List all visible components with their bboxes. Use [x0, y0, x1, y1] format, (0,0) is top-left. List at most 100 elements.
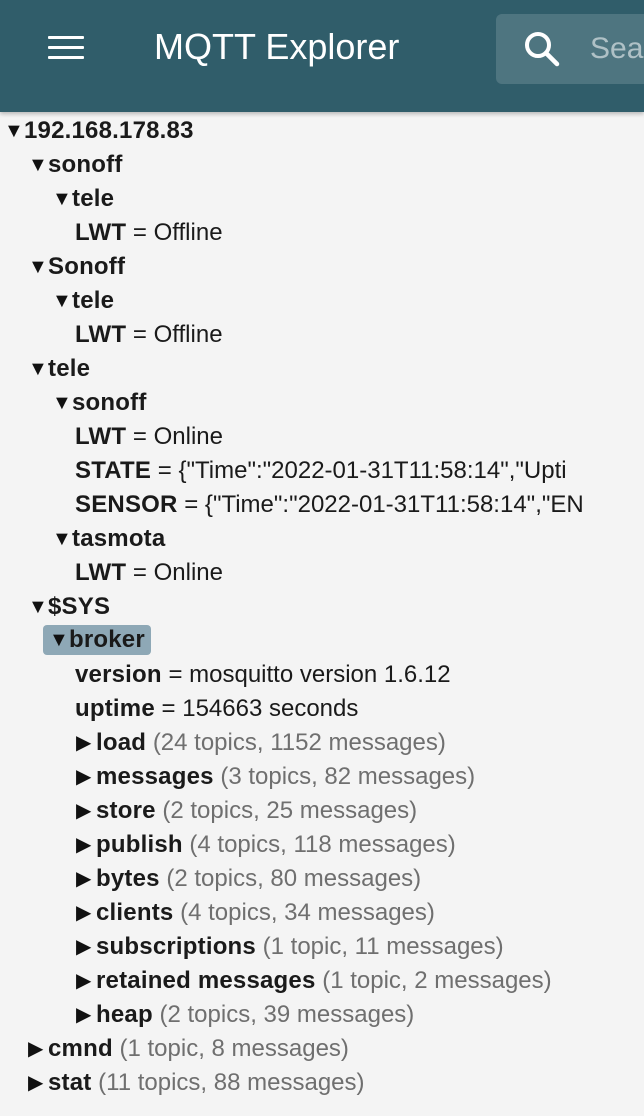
topic-name: tele	[72, 185, 115, 212]
topic-name: LWT	[75, 423, 127, 450]
hamburger-icon-line	[48, 56, 84, 59]
tree-node[interactable]: ▼sonoff	[28, 148, 123, 182]
equals-sign: =	[184, 491, 199, 518]
collapsed-arrow-icon: ▶	[76, 970, 92, 992]
expanded-arrow-icon: ▼	[4, 120, 24, 142]
tree-node[interactable]: ▶ store (2 topics, 25 messages)	[76, 794, 417, 828]
tree-node[interactable]: ▶ retained messages (1 topic, 2 messages)	[76, 964, 552, 998]
collapsed-arrow-icon: ▶	[28, 1072, 44, 1094]
expanded-arrow-icon: ▼	[52, 528, 72, 550]
tree-node[interactable]: ▼tasmota	[52, 522, 165, 556]
topic-value: Offline	[153, 219, 223, 246]
topic-value: Online	[153, 559, 223, 586]
topic-stats: (4 topics, 34 messages)	[180, 899, 435, 926]
topic-name: clients	[96, 899, 174, 926]
topic-stats: (24 topics, 1152 messages)	[152, 729, 446, 756]
tree-node[interactable]: ▶ messages (3 topics, 82 messages)	[76, 760, 475, 794]
topic-name: retained messages	[96, 967, 316, 994]
topic-stats: (1 topic, 8 messages)	[119, 1035, 349, 1062]
topic-stats: (4 topics, 118 messages)	[189, 831, 456, 858]
topic-value: 154663 seconds	[182, 695, 359, 722]
tree-node[interactable]: ▼$SYS	[28, 590, 110, 624]
tree-leaf[interactable]: LWT = Offline	[75, 216, 223, 250]
topic-name: 192.168.178.83	[24, 117, 194, 144]
tree-node[interactable]: ▼tele	[52, 182, 114, 216]
expanded-arrow-icon: ▼	[52, 290, 72, 312]
topic-value: {"Time":"2022-01-31T11:58:14","Upti	[178, 457, 567, 484]
equals-sign: =	[132, 321, 147, 348]
tree-leaf[interactable]: STATE = {"Time":"2022-01-31T11:58:14","U…	[75, 454, 567, 488]
tree-node[interactable]: ▶ heap (2 topics, 39 messages)	[76, 998, 414, 1032]
topic-name: stat	[48, 1069, 92, 1096]
topic-stats: (1 topic, 11 messages)	[262, 933, 504, 960]
menu-button[interactable]	[30, 28, 102, 66]
expanded-arrow-icon: ▼	[52, 392, 72, 414]
topic-name: tele	[72, 287, 115, 314]
tree-node[interactable]: ▶ load (24 topics, 1152 messages)	[76, 726, 446, 760]
search-box[interactable]	[496, 14, 644, 84]
topic-name: sonoff	[72, 389, 147, 416]
collapsed-arrow-icon: ▶	[76, 868, 92, 890]
topic-name: load	[96, 729, 147, 756]
topic-name: SENSOR	[75, 491, 178, 518]
topic-name: STATE	[75, 457, 152, 484]
collapsed-arrow-icon: ▶	[76, 800, 92, 822]
tree-node[interactable]: ▶ cmnd (1 topic, 8 messages)	[28, 1032, 349, 1066]
tree-node[interactable]: ▶ subscriptions (1 topic, 11 messages)	[76, 930, 504, 964]
tree-leaf[interactable]: SENSOR = {"Time":"2022-01-31T11:58:14","…	[75, 488, 584, 522]
collapsed-arrow-icon: ▶	[28, 1038, 44, 1060]
tree-leaf[interactable]: LWT = Online	[75, 420, 223, 454]
collapsed-arrow-icon: ▶	[76, 1004, 92, 1026]
tree-leaf[interactable]: LWT = Offline	[75, 318, 223, 352]
collapsed-arrow-icon: ▶	[76, 766, 92, 788]
expanded-arrow-icon: ▼	[28, 256, 48, 278]
collapsed-arrow-icon: ▶	[76, 936, 92, 958]
tree-node[interactable]: ▶ clients (4 topics, 34 messages)	[76, 896, 435, 930]
topic-stats: (2 topics, 80 messages)	[166, 865, 422, 892]
topic-name: messages	[96, 763, 214, 790]
topic-stats: (2 topics, 25 messages)	[162, 797, 418, 824]
expanded-arrow-icon: ▼	[49, 629, 69, 651]
topic-name: bytes	[96, 865, 160, 892]
topic-name: sonoff	[48, 151, 123, 178]
equals-sign: =	[168, 661, 183, 688]
tree-node[interactable]: ▼Sonoff	[28, 250, 125, 284]
topic-name: store	[96, 797, 156, 824]
tree-leaf[interactable]: uptime = 154663 seconds	[75, 692, 358, 726]
app-title: MQTT Explorer	[154, 26, 400, 67]
topic-name: version	[75, 661, 162, 688]
topic-name: subscriptions	[96, 933, 256, 960]
tree-node[interactable]: ▼sonoff	[52, 386, 147, 420]
topic-value: {"Time":"2022-01-31T11:58:14","EN	[204, 491, 584, 518]
topic-name: Sonoff	[48, 253, 126, 280]
expanded-arrow-icon: ▼	[52, 188, 72, 210]
hamburger-icon-line	[48, 46, 84, 49]
equals-sign: =	[161, 695, 176, 722]
topic-value: Offline	[153, 321, 223, 348]
hamburger-icon-line	[48, 36, 84, 39]
collapsed-arrow-icon: ▶	[76, 902, 92, 924]
expanded-arrow-icon: ▼	[28, 154, 48, 176]
search-input[interactable]	[590, 28, 644, 70]
topic-value: Online	[153, 423, 223, 450]
tree-node-broker-host[interactable]: ▼192.168.178.83	[4, 114, 194, 148]
topic-name: uptime	[75, 695, 155, 722]
expanded-arrow-icon: ▼	[28, 596, 48, 618]
tree-leaf[interactable]: LWT = Online	[75, 556, 223, 590]
topic-name: heap	[96, 1001, 153, 1028]
equals-sign: =	[132, 559, 147, 586]
tree-leaf[interactable]: version = mosquitto version 1.6.12	[75, 658, 451, 692]
tree-node[interactable]: ▼tele	[52, 284, 114, 318]
tree-node-selected[interactable]: ▼broker	[43, 625, 151, 655]
tree-node[interactable]: ▶ stat (11 topics, 88 messages)	[28, 1066, 365, 1100]
tree-node[interactable]: ▶ bytes (2 topics, 80 messages)	[76, 862, 421, 896]
topic-stats: (3 topics, 82 messages)	[220, 763, 476, 790]
topic-stats: (1 topic, 2 messages)	[322, 967, 552, 994]
collapsed-arrow-icon: ▶	[76, 834, 92, 856]
tree-node[interactable]: ▶ publish (4 topics, 118 messages)	[76, 828, 456, 862]
topic-name: LWT	[75, 321, 127, 348]
topic-value: mosquitto version 1.6.12	[189, 661, 451, 688]
tree-node[interactable]: ▼tele	[28, 352, 90, 386]
expanded-arrow-icon: ▼	[28, 358, 48, 380]
app-bar: MQTT Explorer	[0, 0, 644, 112]
